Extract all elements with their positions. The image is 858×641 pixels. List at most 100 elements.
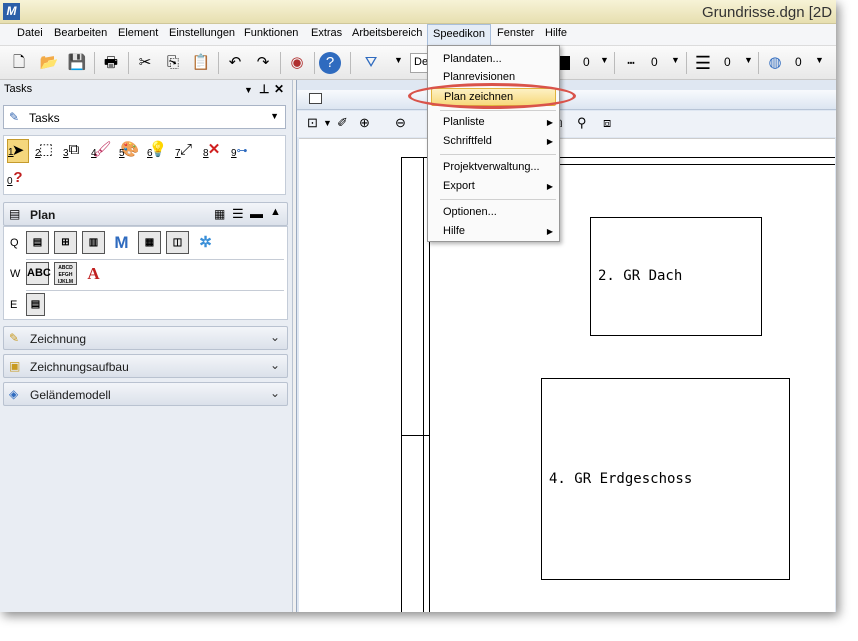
detail-view-icon[interactable]: ▬ bbox=[250, 206, 263, 221]
panel-menu-arrow-icon[interactable]: ▼ bbox=[244, 85, 253, 95]
delete-tool[interactable]: ✕ 8 bbox=[203, 139, 225, 163]
scale-tool[interactable]: ⤢ 7 bbox=[175, 139, 197, 163]
gelaendemodell-icon: ◈ bbox=[9, 387, 19, 401]
view-filter-icon[interactable]: ⚲ bbox=[577, 115, 587, 131]
menu-item-planliste[interactable]: Planliste bbox=[443, 116, 485, 128]
task-selector[interactable]: ✎ Tasks ▼ bbox=[3, 105, 286, 129]
drawing-label-erdgeschoss: 4. GR Erdgeschoss bbox=[549, 471, 693, 487]
print-icon[interactable]: 🖶 bbox=[100, 52, 122, 74]
text-tool[interactable]: ABC bbox=[26, 262, 51, 285]
save-icon[interactable]: 💾 bbox=[66, 52, 88, 74]
color-swatch[interactable] bbox=[560, 56, 570, 70]
line-style-value[interactable]: 0 bbox=[651, 55, 658, 69]
chevron-down-icon[interactable]: ⌄ bbox=[270, 358, 280, 372]
line-weight-value[interactable]: 0 bbox=[724, 55, 731, 69]
menu-item-plandaten[interactable]: Plandaten... bbox=[443, 53, 502, 65]
fence-tool[interactable]: ⬚ 2 bbox=[35, 139, 57, 163]
modify-tool[interactable]: 🖌 4 bbox=[91, 139, 113, 163]
undo-icon[interactable]: ↶ bbox=[224, 52, 246, 74]
open-folder-icon[interactable]: 📂 bbox=[38, 52, 60, 74]
section-zeichnungsaufbau[interactable]: ▣ Zeichnungsaufbau ⌄ bbox=[3, 354, 288, 378]
transparency-dropdown-arrow-icon[interactable]: ▼ bbox=[815, 55, 824, 65]
color-dropdown-arrow-icon[interactable]: ▼ bbox=[600, 55, 609, 65]
menu-speedikon[interactable]: Speedikon bbox=[427, 24, 491, 46]
text-letter-tool[interactable]: A bbox=[82, 262, 105, 285]
menu-separator bbox=[440, 154, 556, 155]
color-value[interactable]: 0 bbox=[583, 55, 590, 69]
plan-view-tool[interactable]: M bbox=[110, 231, 133, 254]
menu-extras[interactable]: Extras bbox=[311, 27, 342, 39]
menu-item-planrevisionen[interactable]: Planrevisionen bbox=[443, 71, 515, 83]
menu-einstellungen[interactable]: Einstellungen bbox=[169, 27, 235, 39]
text-font-icon: ABCD EFGH IJKLM bbox=[58, 265, 73, 285]
plan-snow-tool[interactable]: ✲ bbox=[194, 231, 217, 254]
tool-shortcut-number: 2 bbox=[35, 148, 41, 159]
redo-icon[interactable]: ↷ bbox=[252, 52, 274, 74]
manipulate-tool[interactable]: ⧉ 3 bbox=[63, 139, 85, 163]
menu-item-optionen[interactable]: Optionen... bbox=[443, 206, 497, 218]
menu-hilfe[interactable]: Hilfe bbox=[545, 27, 567, 39]
change-attributes-tool[interactable]: 🎨 5 bbox=[119, 139, 141, 163]
text-font-tool[interactable]: ABCD EFGH IJKLM bbox=[54, 262, 77, 285]
chevron-down-icon[interactable]: ⌄ bbox=[270, 386, 280, 400]
zoom-out-icon[interactable]: ⊖ bbox=[395, 115, 406, 131]
analyze-tool[interactable]: ? 0 bbox=[7, 167, 29, 191]
line-style-dropdown-arrow-icon[interactable]: ▼ bbox=[671, 55, 680, 65]
menu-element[interactable]: Element bbox=[118, 27, 158, 39]
close-icon[interactable]: ✕ bbox=[274, 82, 284, 96]
copy-icon[interactable]: ⎘ bbox=[162, 52, 184, 74]
plan-sheet-tool[interactable]: ▤ bbox=[26, 293, 45, 316]
menu-item-schriftfeld[interactable]: Schriftfeld bbox=[443, 135, 492, 147]
level-combo[interactable]: De bbox=[410, 53, 428, 73]
cut-icon[interactable]: ✂ bbox=[134, 52, 156, 74]
view-attributes-icon[interactable]: ⊡ bbox=[307, 115, 318, 131]
transparency-value[interactable]: 0 bbox=[795, 55, 802, 69]
plan-data-tool[interactable]: ▤ bbox=[26, 231, 49, 254]
plan-list-tool[interactable]: ▦ bbox=[138, 231, 161, 254]
measure-tool[interactable]: ⊶ 9 bbox=[231, 139, 253, 163]
line-weight-dropdown-arrow-icon[interactable]: ▼ bbox=[744, 55, 753, 65]
brush-icon[interactable]: ✐ bbox=[337, 115, 348, 131]
menu-fenster[interactable]: Fenster bbox=[497, 27, 534, 39]
menu-arbeitsbereich[interactable]: Arbeitsbereich bbox=[352, 27, 422, 39]
menu-item-hilfe[interactable]: Hilfe bbox=[443, 225, 465, 237]
menu-item-projektverwaltung[interactable]: Projektverwaltung... bbox=[443, 161, 540, 173]
section-gelaendemodell[interactable]: ◈ Geländemodell ⌄ bbox=[3, 382, 288, 406]
paste-icon[interactable]: 📋 bbox=[190, 52, 212, 74]
plan-section-header[interactable]: ▤ Plan ▦ ☰ ▬ ▲ bbox=[3, 202, 288, 226]
pin-icon[interactable]: ⊥ bbox=[259, 82, 269, 96]
grid-view-icon[interactable]: ▦ bbox=[214, 207, 225, 221]
help-icon[interactable]: ? bbox=[319, 52, 341, 74]
task-selector-value: Tasks bbox=[29, 111, 60, 125]
menu-item-export[interactable]: Export bbox=[443, 180, 475, 192]
drop-element-tool[interactable]: 💡 6 bbox=[147, 139, 169, 163]
menu-funktionen[interactable]: Funktionen bbox=[244, 27, 298, 39]
drawing-box-dach[interactable]: 2. GR Dach bbox=[590, 217, 762, 336]
drawing-canvas[interactable]: 2. GR Dach 4. GR Erdgeschoss bbox=[299, 138, 835, 612]
toolbar-separator bbox=[314, 52, 315, 74]
building-tool[interactable]: ▥ bbox=[82, 231, 105, 254]
new-file-icon[interactable]: 🗋 bbox=[8, 52, 30, 74]
section-zeichnung[interactable]: ✎ Zeichnung ⌄ bbox=[3, 326, 288, 350]
menu-bearbeiten[interactable]: Bearbeiten bbox=[54, 27, 107, 39]
plan-frame-tool[interactable]: ◫ bbox=[166, 231, 189, 254]
chevron-down-icon[interactable]: ⌄ bbox=[270, 330, 280, 344]
plan-layout-tool[interactable]: ⊞ bbox=[54, 231, 77, 254]
drawing-box-erdgeschoss[interactable]: 4. GR Erdgeschoss bbox=[541, 378, 790, 580]
menu-datei[interactable]: Datei bbox=[17, 27, 43, 39]
level-icon[interactable]: ⛛ bbox=[360, 52, 382, 74]
level-dropdown-arrow-icon[interactable]: ▼ bbox=[394, 55, 403, 65]
drawing-line bbox=[401, 157, 402, 612]
transparency-icon[interactable]: ◍ bbox=[764, 52, 786, 74]
chevron-up-icon[interactable]: ▲ bbox=[270, 206, 281, 218]
select-element-tool[interactable]: ➤ 1 bbox=[7, 139, 29, 163]
line-style-icon[interactable]: ┅ bbox=[620, 52, 642, 74]
menu-separator bbox=[440, 199, 556, 200]
chevron-down-icon[interactable]: ▼ bbox=[323, 118, 332, 128]
list-view-icon[interactable]: ☰ bbox=[232, 206, 244, 222]
view-copy-icon[interactable]: ⧈ bbox=[603, 115, 611, 131]
chevron-down-icon[interactable]: ▼ bbox=[270, 111, 279, 121]
globe-icon[interactable]: ◉ bbox=[286, 52, 308, 74]
line-weight-icon[interactable]: ☰ bbox=[692, 52, 714, 74]
zoom-in-icon[interactable]: ⊕ bbox=[359, 115, 370, 131]
